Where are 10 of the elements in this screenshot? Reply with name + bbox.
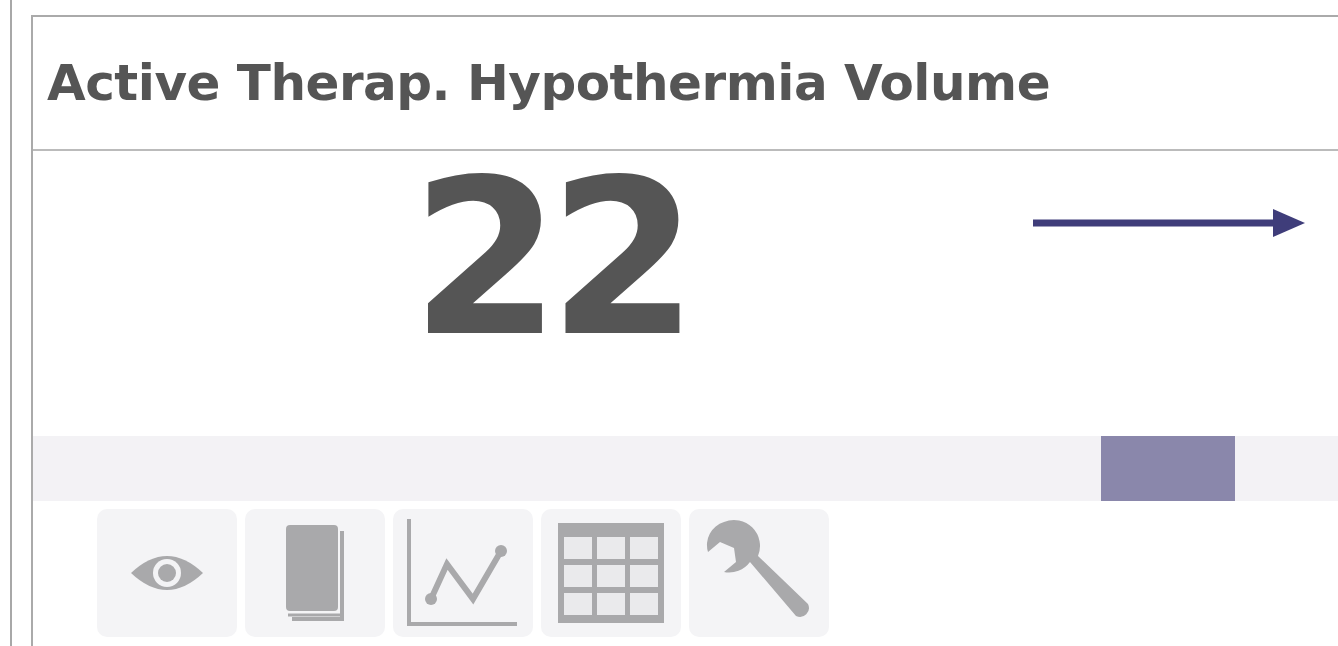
tile-title: Active Therap. Hypothermia Volume	[47, 54, 1051, 112]
view-button[interactable]	[97, 509, 237, 637]
table-button[interactable]	[541, 509, 681, 637]
table-icon	[558, 523, 664, 623]
chart-button[interactable]	[393, 509, 533, 637]
metric-value: 22	[411, 151, 687, 366]
settings-button[interactable]	[689, 509, 829, 637]
book-icon	[284, 523, 346, 623]
line-chart-icon	[407, 519, 519, 627]
guide-button[interactable]	[245, 509, 385, 637]
